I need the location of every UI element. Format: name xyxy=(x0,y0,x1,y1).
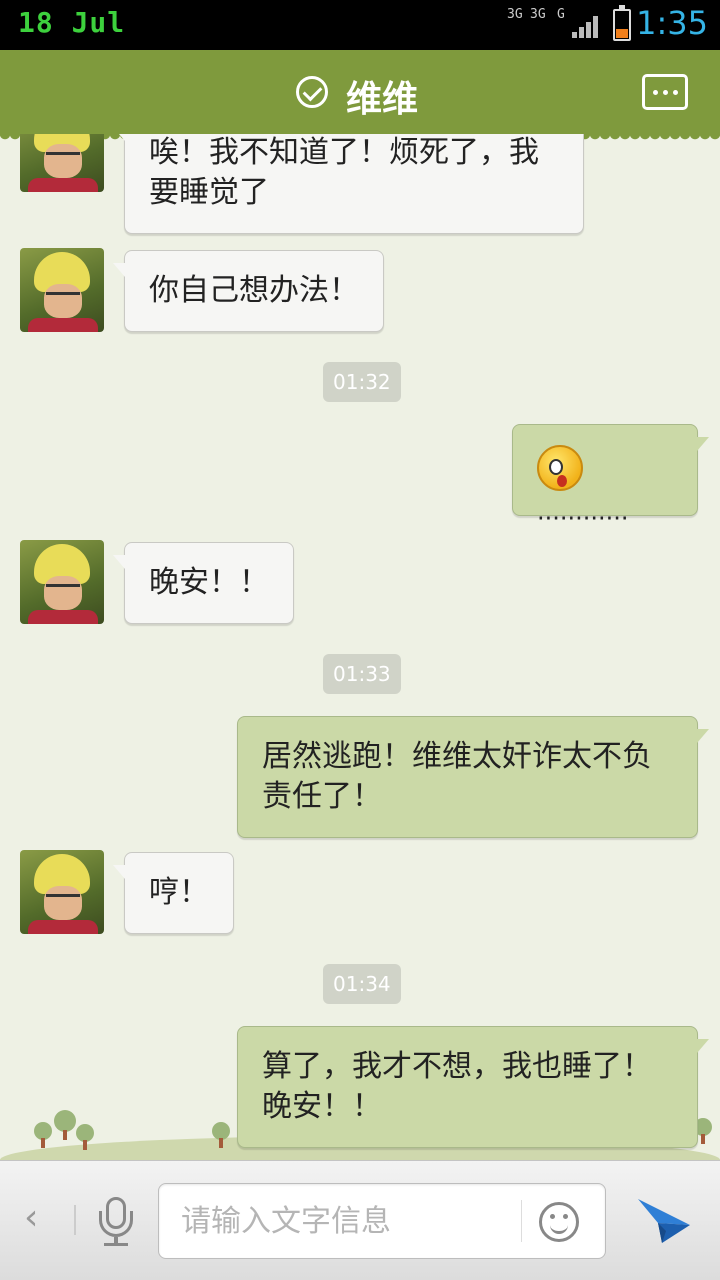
message-bubble-incoming[interactable]: 哼！ xyxy=(113,852,234,934)
message-input-container[interactable] xyxy=(158,1183,606,1259)
message-timestamp: 01:34 xyxy=(323,964,401,1004)
network-g-icon: G xyxy=(557,7,565,22)
message-bubble-incoming[interactable]: 晚安！！ xyxy=(113,542,294,624)
paper-plane-send-icon[interactable] xyxy=(636,1195,692,1247)
contact-avatar[interactable] xyxy=(20,850,104,934)
contact-avatar[interactable] xyxy=(20,540,104,624)
message-bubble-outgoing[interactable]: ............ xyxy=(512,424,709,526)
shocked-face-emoji-icon xyxy=(537,445,583,491)
message-text: ............ xyxy=(537,497,629,526)
message-bubble-outgoing[interactable]: 居然逃跑！维维太奸诈太不负责任了！ xyxy=(237,716,709,838)
more-dots-icon[interactable] xyxy=(642,74,688,110)
message-timestamp: 01:32 xyxy=(323,362,401,402)
network-3g-secondary-icon: 3G xyxy=(530,7,546,22)
battery-icon xyxy=(613,5,631,41)
smiley-icon[interactable] xyxy=(539,1202,579,1242)
chevron-left-icon[interactable]: ‹ xyxy=(24,1197,38,1238)
status-date: 18 Jul xyxy=(18,6,126,39)
message-bubble-incoming[interactable]: 你自己想办法！ xyxy=(113,250,384,332)
chat-header: 维维 xyxy=(0,50,720,142)
status-time: 1:35 xyxy=(636,4,708,42)
message-input[interactable] xyxy=(181,1198,511,1244)
contact-avatar[interactable] xyxy=(20,248,104,332)
message-timestamp: 01:33 xyxy=(323,654,401,694)
check-circle-icon xyxy=(296,76,328,108)
status-bar: 18 Jul 3G 3G G 1:35 xyxy=(0,0,720,50)
chat-title: 维维 xyxy=(346,79,419,120)
divider xyxy=(74,1205,76,1235)
microphone-icon[interactable] xyxy=(98,1197,134,1249)
contact-avatar[interactable] xyxy=(20,134,104,192)
message-bubble-outgoing[interactable]: 算了，我才不想，我也睡了！晚安！！ xyxy=(237,1026,709,1148)
divider xyxy=(521,1200,522,1242)
signal-strength-icon xyxy=(572,14,600,38)
message-bubble-incoming[interactable]: 唉！我不知道了！烦死了，我要睡觉了 xyxy=(113,134,584,234)
network-3g-icon: 3G xyxy=(507,7,523,22)
input-bar: ‹ xyxy=(0,1160,720,1280)
message-list[interactable]: 唉！我不知道了！烦死了，我要睡觉了 你自己想办法！ 01:32 ........… xyxy=(0,134,720,1160)
